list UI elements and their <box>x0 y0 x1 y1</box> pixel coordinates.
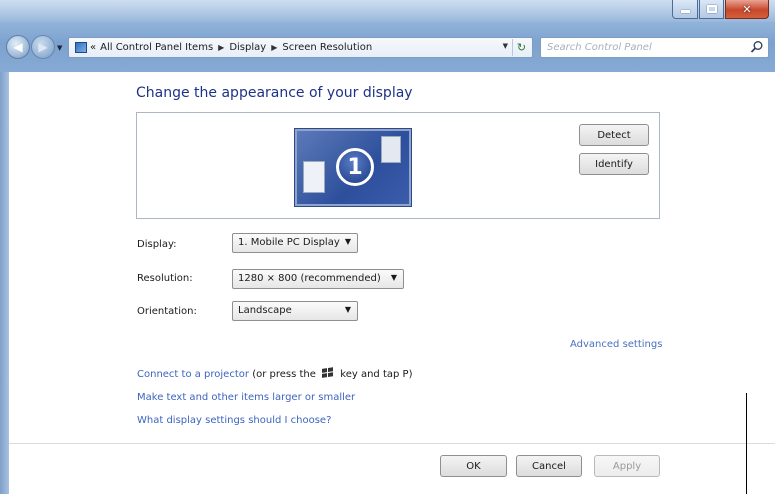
monitor-1-icon[interactable]: 1 <box>295 129 411 206</box>
close-button[interactable]: ✕ <box>725 0 769 19</box>
minimize-icon <box>680 10 690 13</box>
back-button[interactable]: ◀ <box>6 35 30 59</box>
search-input[interactable]: Search Control Panel <box>540 37 769 58</box>
text-size-link[interactable]: Make text and other items larger or smal… <box>137 392 355 403</box>
screen-edge-line <box>746 393 747 494</box>
maximize-icon <box>706 5 717 13</box>
advanced-settings-link[interactable]: Advanced settings <box>570 339 662 350</box>
identify-button[interactable]: Identify <box>579 153 649 175</box>
breadcrumb-display[interactable]: Display <box>229 42 266 53</box>
forward-button[interactable]: ▶ <box>31 35 55 59</box>
back-arrow-icon: ◀ <box>13 40 23 54</box>
address-history-dropdown-icon[interactable]: ▼ <box>503 42 508 50</box>
resolution-label: Resolution: <box>137 273 193 284</box>
refresh-icon: ↻ <box>516 41 527 54</box>
monitor-window-left <box>303 161 325 193</box>
orientation-label: Orientation: <box>137 306 197 317</box>
projector-line: Connect to a projector (or press the key… <box>137 367 413 380</box>
control-panel-icon <box>75 42 87 53</box>
refresh-button[interactable]: ↻ <box>512 39 530 56</box>
breadcrumb-separator-icon[interactable]: ▶ <box>218 43 224 52</box>
window-left-border <box>0 72 9 494</box>
display-select-value: 1. Mobile PC Display <box>238 237 340 248</box>
display-label: Display: <box>137 239 177 250</box>
orientation-select-value: Landscape <box>238 305 292 316</box>
cancel-button[interactable]: Cancel <box>516 455 582 477</box>
projector-hint-start: (or press the <box>252 369 316 380</box>
chevron-down-icon: ▼ <box>344 305 351 314</box>
orientation-select[interactable]: Landscape ▼ <box>232 301 358 321</box>
breadcrumb-overflow[interactable]: « <box>90 42 96 53</box>
display-select[interactable]: 1. Mobile PC Display ▼ <box>232 233 358 253</box>
connect-projector-link[interactable]: Connect to a projector <box>137 369 249 380</box>
breadcrumb-screen-resolution[interactable]: Screen Resolution <box>282 42 372 53</box>
maximize-button[interactable] <box>699 0 724 19</box>
resolution-select-value: 1280 × 800 (recommended) <box>238 273 381 284</box>
caption-buttons: ✕ <box>672 0 769 19</box>
forward-arrow-icon: ▶ <box>38 40 48 54</box>
resolution-select[interactable]: 1280 × 800 (recommended) ▼ <box>232 269 404 289</box>
monitor-window-right <box>381 136 401 163</box>
projector-hint-end: key and tap P) <box>340 369 413 380</box>
screen-resolution-window: ✕ ◀ ▶ ▼ « All Control Panel Items ▶ Disp… <box>0 0 775 494</box>
address-bar[interactable]: « All Control Panel Items ▶ Display ▶ Sc… <box>68 37 533 58</box>
recent-pages-dropdown-icon[interactable]: ▼ <box>57 44 62 52</box>
windows-logo-icon <box>322 367 335 379</box>
minimize-button[interactable] <box>672 0 698 19</box>
search-placeholder: Search Control Panel <box>547 42 652 53</box>
chevron-down-icon: ▼ <box>344 237 351 246</box>
chevron-down-icon: ▼ <box>390 273 397 282</box>
search-icon[interactable] <box>750 40 764 54</box>
page-title: Change the appearance of your display <box>136 85 413 101</box>
apply-button[interactable]: Apply <box>594 455 660 477</box>
close-icon: ✕ <box>742 2 752 16</box>
monitor-number-badge: 1 <box>336 148 374 186</box>
display-help-link[interactable]: What display settings should I choose? <box>137 415 331 426</box>
divider <box>9 443 775 444</box>
breadcrumb-separator-icon[interactable]: ▶ <box>271 43 277 52</box>
detect-button[interactable]: Detect <box>579 124 649 146</box>
navigation-bar: ◀ ▶ ▼ « All Control Panel Items ▶ Displa… <box>0 32 775 62</box>
ok-button[interactable]: OK <box>440 455 507 477</box>
breadcrumb-all-items[interactable]: All Control Panel Items <box>100 42 213 53</box>
